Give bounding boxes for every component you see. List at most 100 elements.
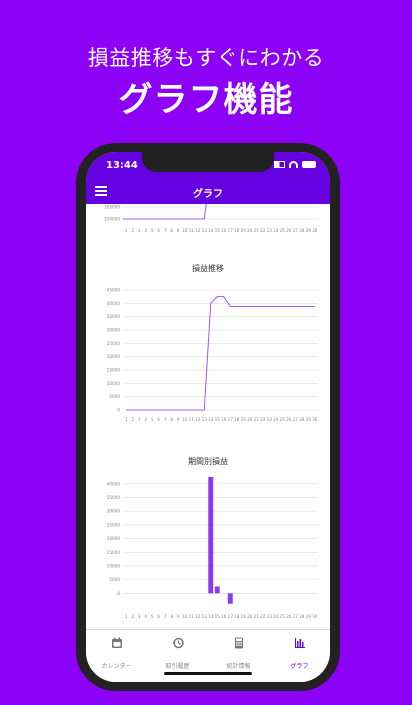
x-tick-label: 6	[157, 228, 160, 233]
x-tick-label: 18	[234, 614, 240, 619]
y-tick-label: 35000	[107, 314, 121, 319]
status-icons	[274, 161, 316, 168]
status-time: 13:44	[106, 160, 138, 171]
y-tick-label: 10000	[107, 381, 121, 386]
x-tick-label: 3	[138, 614, 141, 619]
x-tick-label: 30	[312, 228, 318, 233]
battery-icon	[302, 161, 316, 168]
x-tick-label: 25	[280, 228, 286, 233]
x-tick-label: 9	[177, 614, 180, 619]
bar	[214, 586, 220, 594]
y-tick-label: 20000	[107, 536, 121, 541]
x-tick-label: 24	[273, 614, 279, 619]
y-tick-label: 15000	[107, 550, 121, 555]
tab-calendar-label: カレンダー	[101, 663, 132, 670]
x-tick-label: 7	[164, 417, 167, 422]
x-tick-label: 26	[286, 614, 292, 619]
x-tick-label: 1	[125, 228, 128, 233]
y-tick-label: 15000	[107, 368, 121, 373]
x-tick-label: 11	[189, 228, 195, 233]
x-tick-label: 11	[189, 417, 195, 422]
bar	[208, 477, 214, 594]
x-tick-label: 21	[254, 614, 260, 619]
x-tick-label: 22	[260, 228, 266, 233]
x-tick-label: 19	[241, 228, 247, 233]
x-tick-label: 3	[138, 417, 141, 422]
x-tick-label: 6	[157, 614, 160, 619]
x-tick-label: 8	[170, 228, 173, 233]
x-tick-label: 11	[189, 614, 195, 619]
x-tick-label: 13	[202, 614, 208, 619]
x-tick-label: 26	[286, 228, 292, 233]
period-profit-chart: 40000 35000 30000 25000 20000 15000 10000 5000 0…	[107, 477, 318, 619]
x-tick-label: 12	[195, 228, 201, 233]
x-tick-label: 19	[241, 417, 247, 422]
x-tick-label: 18	[234, 417, 240, 422]
x-tick-label: 2	[131, 228, 134, 233]
profit-trend-title: 損益推移	[192, 264, 224, 273]
x-tick-label: 27	[293, 228, 299, 233]
y-tick-label: 40000	[107, 301, 121, 306]
x-tick-label: 25	[280, 417, 286, 422]
x-tick-label: 6	[157, 417, 160, 422]
x-tick-label: 20	[247, 614, 253, 619]
x-tick-label: 7	[164, 228, 167, 233]
x-tick-label: 17	[228, 228, 234, 233]
series-line	[126, 296, 315, 411]
x-tick-label: 22	[260, 614, 266, 619]
phone-screen: 13:44 グラフ 355000 350000 1 2 3 4 5 6 7 8 9 10 11 12 13 1…	[86, 152, 330, 682]
x-tick-label: 30	[312, 417, 318, 422]
x-tick-label: 27	[293, 417, 299, 422]
x-tick-label: 10	[182, 614, 188, 619]
y-tick-label: 350000	[104, 217, 120, 222]
x-tick-label: 1	[125, 417, 128, 422]
x-tick-label: 10	[182, 417, 188, 422]
x-tick-label: 2	[131, 614, 134, 619]
x-tick-label: 15	[215, 614, 221, 619]
promo-title: グラフ機能	[118, 80, 294, 120]
x-tick-label: 2	[131, 417, 134, 422]
y-tick-label: 20000	[107, 354, 121, 359]
x-tick-label: 4	[144, 417, 147, 422]
tab-stats-label: 統計情報	[226, 663, 251, 670]
y-tick-label: 40000	[107, 481, 121, 486]
x-tick-label: 19	[241, 614, 247, 619]
x-tick-label: 16	[221, 417, 227, 422]
x-tick-label: 18	[234, 228, 240, 233]
x-tick-label: 15	[215, 417, 221, 422]
x-tick-label: 27	[293, 614, 299, 619]
x-tick-label: 22	[260, 417, 266, 422]
x-tick-label: 29	[306, 417, 312, 422]
x-tick-label: 29	[306, 228, 312, 233]
x-tick-label: 5	[151, 228, 154, 233]
period-profit-title: 期間別損益	[188, 457, 228, 466]
signal-icon	[274, 161, 285, 168]
x-tick-label: 12	[195, 417, 201, 422]
tab-calendar[interactable]: カレンダー	[86, 630, 147, 682]
x-tick-label: 20	[247, 417, 253, 422]
x-tick-label: 8	[170, 417, 173, 422]
x-tick-label: 16	[221, 228, 227, 233]
nav-title: グラフ	[193, 189, 223, 200]
x-tick-label: 23	[267, 228, 273, 233]
x-tick-label: 28	[299, 614, 305, 619]
x-tick-label: 9	[177, 417, 180, 422]
x-tick-label: 28	[299, 417, 305, 422]
y-tick-label: 25000	[107, 341, 121, 346]
x-tick-label: 23	[267, 417, 273, 422]
x-tick-label: 10	[182, 228, 188, 233]
bar-chart-icon	[294, 638, 305, 648]
x-tick-label: 14	[208, 417, 214, 422]
home-indicator	[164, 672, 252, 675]
nav-bar: グラフ	[86, 180, 330, 204]
y-tick-label: 35000	[107, 495, 121, 500]
x-tick-label: 16	[221, 614, 227, 619]
x-tick-label: 29	[306, 614, 312, 619]
chart-scroll-area[interactable]: 355000 350000 1 2 3 4 5 6 7 8 9 10 11 12 13 14 15 16 17 18 1…	[86, 204, 330, 629]
calculator-icon	[234, 637, 243, 649]
x-tick-label: 13	[202, 228, 208, 233]
x-tick-label: 8	[170, 614, 173, 619]
y-tick-label: 30000	[107, 328, 121, 333]
tab-graph[interactable]: グラフ	[269, 630, 330, 682]
bar	[227, 593, 233, 604]
